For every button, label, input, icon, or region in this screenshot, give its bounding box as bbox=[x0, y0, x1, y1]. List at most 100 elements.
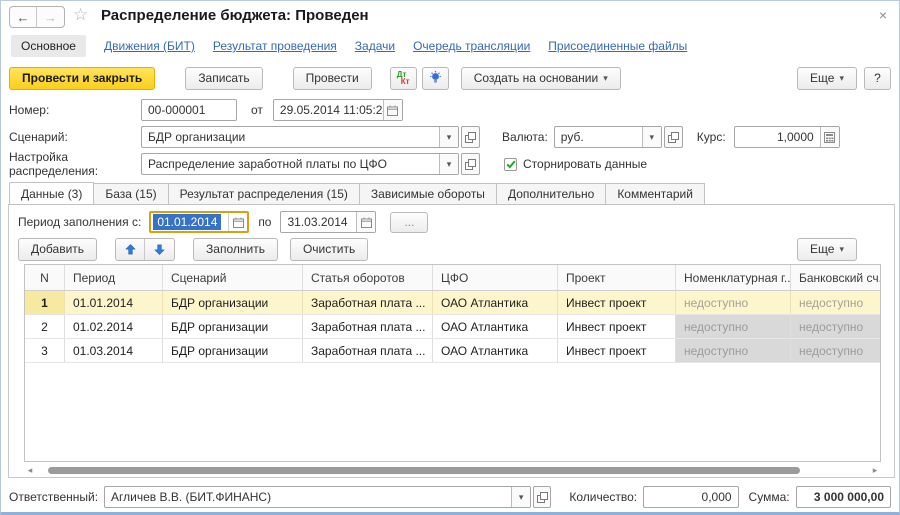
cell-period: 01.01.2014 bbox=[65, 291, 163, 314]
number-row: Номер: 00-000001 от 29.05.2014 11:05:24 bbox=[9, 99, 403, 121]
col-header-bank[interactable]: Банковский сч... bbox=[791, 265, 880, 290]
favorite-star-icon[interactable]: ☆ bbox=[73, 5, 88, 25]
back-button[interactable]: ← bbox=[10, 7, 37, 27]
cell-article: Заработная плата ... bbox=[303, 291, 433, 314]
period-row: Период заполнения с: 01.01.2014 по 31.03… bbox=[18, 210, 428, 234]
cell-period: 01.02.2014 bbox=[65, 315, 163, 338]
data-tab-panel: Период заполнения с: 01.01.2014 по 31.03… bbox=[8, 204, 895, 478]
add-row-button[interactable]: Добавить bbox=[18, 238, 97, 261]
date-prefix-label: от bbox=[251, 103, 263, 117]
post-button[interactable]: Провести bbox=[293, 67, 372, 90]
scenario-row: Сценарий: БДР организации ▾ Валюта: руб.… bbox=[9, 126, 840, 148]
post-and-close-button[interactable]: Провести и закрыть bbox=[9, 67, 155, 90]
tab-additional[interactable]: Дополнительно bbox=[497, 183, 606, 205]
open-setting-icon[interactable] bbox=[461, 153, 480, 175]
number-field[interactable]: 00-000001 bbox=[141, 99, 237, 121]
tab-comment[interactable]: Комментарий bbox=[606, 183, 705, 205]
chevron-down-icon[interactable]: ▾ bbox=[642, 127, 661, 147]
create-based-on-button[interactable]: Создать на основании ▾ bbox=[461, 67, 621, 90]
chevron-down-icon: ▾ bbox=[839, 244, 844, 255]
fill-button[interactable]: Заполнить bbox=[193, 238, 278, 261]
col-header-nomenclature[interactable]: Номенклатурная г... bbox=[676, 265, 791, 290]
nav-link-tasks[interactable]: Задачи bbox=[355, 39, 395, 53]
chevron-down-icon[interactable]: ▾ bbox=[439, 154, 458, 174]
title-bar: ← → ☆ Распределение бюджета: Проведен × bbox=[1, 1, 899, 31]
rate-field[interactable]: 1,0000 bbox=[734, 126, 840, 148]
checkbox-checked-icon bbox=[504, 158, 517, 171]
scrollbar-thumb[interactable] bbox=[48, 467, 800, 474]
storno-checkbox[interactable]: Сторнировать данные bbox=[504, 157, 647, 171]
col-header-cfo[interactable]: ЦФО bbox=[433, 265, 558, 290]
period-to-field[interactable]: 31.03.2014 bbox=[280, 211, 376, 233]
scrollbar-track[interactable] bbox=[36, 466, 869, 475]
move-row-group bbox=[115, 238, 175, 261]
quantity-field[interactable]: 0,000 bbox=[643, 486, 738, 508]
col-header-project[interactable]: Проект bbox=[558, 265, 676, 290]
responsible-combo[interactable]: Агличев В.В. (БИТ.ФИНАНС) ▾ bbox=[104, 486, 531, 508]
nav-link-attached-files[interactable]: Присоединенные файлы bbox=[548, 39, 687, 53]
help-button[interactable]: ? bbox=[864, 67, 891, 90]
number-label: Номер: bbox=[9, 103, 141, 117]
tab-dependent-turnovers[interactable]: Зависимые обороты bbox=[360, 183, 497, 205]
open-responsible-icon[interactable] bbox=[533, 486, 551, 508]
clear-button[interactable]: Очистить bbox=[290, 238, 368, 261]
setting-combo[interactable]: Распределение заработной платы по ЦФО ▾ bbox=[141, 153, 459, 175]
move-down-button[interactable] bbox=[145, 239, 174, 260]
dtkt-icon: ДтКт bbox=[397, 71, 410, 85]
horizontal-scrollbar[interactable]: ◂ ▸ bbox=[24, 464, 881, 477]
nav-item-main[interactable]: Основное bbox=[11, 35, 86, 57]
period-to-label: по bbox=[258, 215, 271, 229]
calendar-icon[interactable] bbox=[356, 212, 375, 232]
command-bar: Провести и закрыть Записать Провести ДтК… bbox=[9, 65, 891, 91]
show-postings-button[interactable]: ДтКт bbox=[390, 67, 417, 90]
calculator-icon[interactable] bbox=[820, 127, 839, 147]
scenario-label: Сценарий: bbox=[9, 130, 141, 144]
tab-base[interactable]: База (15) bbox=[94, 183, 168, 205]
chevron-down-icon[interactable]: ▾ bbox=[511, 487, 530, 507]
calendar-icon[interactable] bbox=[228, 213, 247, 231]
cell-scenario: БДР организации bbox=[163, 339, 303, 362]
cell-cfo: ОАО Атлантика bbox=[433, 315, 558, 338]
tab-data[interactable]: Данные (3) bbox=[9, 182, 94, 205]
period-from-field[interactable]: 01.01.2014 bbox=[149, 211, 249, 233]
cell-project: Инвест проект bbox=[558, 339, 676, 362]
more-button[interactable]: Еще ▾ bbox=[797, 67, 857, 90]
nav-link-posting-result[interactable]: Результат проведения bbox=[213, 39, 337, 53]
save-button[interactable]: Записать bbox=[185, 67, 262, 90]
col-header-article[interactable]: Статья оборотов bbox=[303, 265, 433, 290]
open-scenario-icon[interactable] bbox=[461, 126, 480, 148]
table-row[interactable]: 3 01.03.2014 БДР организации Заработная … bbox=[25, 339, 880, 363]
table-row[interactable]: 1 01.01.2014 БДР организации Заработная … bbox=[25, 291, 880, 315]
col-header-scenario[interactable]: Сценарий bbox=[163, 265, 303, 290]
setting-label: Настройка распределения: bbox=[9, 150, 141, 178]
table-row[interactable]: 2 01.02.2014 БДР организации Заработная … bbox=[25, 315, 880, 339]
open-currency-icon[interactable] bbox=[664, 126, 683, 148]
col-header-period[interactable]: Период bbox=[65, 265, 163, 290]
col-header-n[interactable]: N bbox=[25, 265, 65, 290]
lamp-button[interactable] bbox=[422, 67, 449, 90]
scroll-left-icon[interactable]: ◂ bbox=[24, 465, 36, 476]
tab-distribution-result[interactable]: Результат распределения (15) bbox=[169, 183, 360, 205]
nav-link-broadcast-queue[interactable]: Очередь трансляции bbox=[413, 39, 530, 53]
scroll-right-icon[interactable]: ▸ bbox=[869, 465, 881, 476]
cell-article: Заработная плата ... bbox=[303, 315, 433, 338]
setting-row: Настройка распределения: Распределение з… bbox=[9, 153, 647, 175]
history-nav-group: ← → bbox=[9, 6, 65, 28]
table-more-button[interactable]: Еще ▾ bbox=[797, 238, 857, 261]
nav-links-row: Основное Движения (БИТ) Результат провед… bbox=[11, 34, 687, 58]
period-options-button[interactable]: ... bbox=[390, 212, 428, 233]
chevron-down-icon[interactable]: ▾ bbox=[439, 127, 458, 147]
move-up-button[interactable] bbox=[116, 239, 145, 260]
cell-bank: недоступно bbox=[791, 291, 880, 314]
datetime-field[interactable]: 29.05.2014 11:05:24 bbox=[273, 99, 403, 121]
sum-field[interactable]: 3 000 000,00 bbox=[796, 486, 891, 508]
currency-combo[interactable]: руб. ▾ bbox=[554, 126, 662, 148]
calendar-icon[interactable] bbox=[383, 100, 402, 120]
cell-nomenclature: недоступно bbox=[676, 291, 791, 314]
cell-bank: недоступно bbox=[791, 315, 880, 338]
close-icon[interactable]: × bbox=[879, 7, 887, 23]
scenario-combo[interactable]: БДР организации ▾ bbox=[141, 126, 459, 148]
nav-link-movements[interactable]: Движения (БИТ) bbox=[104, 39, 195, 53]
forward-button[interactable]: → bbox=[37, 7, 64, 27]
page-title: Распределение бюджета: Проведен bbox=[101, 7, 369, 24]
